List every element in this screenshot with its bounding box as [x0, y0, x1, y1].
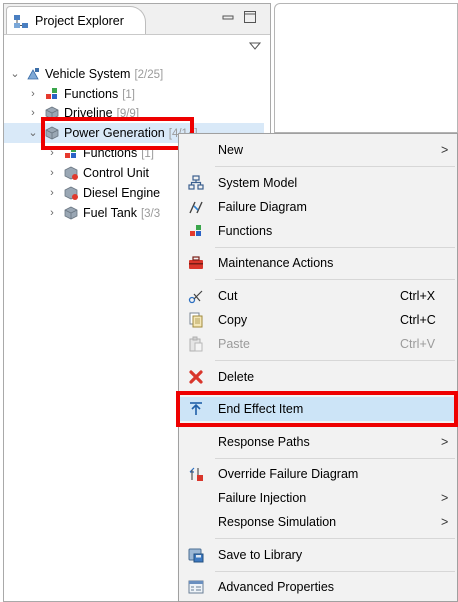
- highlight-end-effect-item: [176, 391, 458, 427]
- menu-item-cut[interactable]: Cut Ctrl+X: [179, 284, 457, 308]
- menu-item-label: Failure Diagram: [218, 200, 307, 214]
- highlight-power-generation: [41, 117, 194, 150]
- menu-separator: [215, 458, 455, 459]
- tree-item-label-text: Diesel Engine: [83, 186, 161, 200]
- menu-item-label: Save to Library: [218, 548, 303, 562]
- menu-item-response-paths[interactable]: Response Paths >: [179, 430, 457, 454]
- paste-icon: [189, 336, 203, 352]
- menu-item-functions[interactable]: Functions: [179, 219, 457, 243]
- vehicle-system-icon: [27, 68, 39, 80]
- menu-shortcut: Ctrl+C: [400, 313, 436, 327]
- menu-separator: [215, 247, 455, 248]
- menu-separator: [215, 279, 455, 280]
- chevron-right-icon[interactable]: ›: [47, 163, 57, 183]
- menu-item-label: Cut: [218, 289, 238, 303]
- view-menu-icon[interactable]: [249, 41, 261, 51]
- component-cube-icon: [64, 206, 78, 220]
- menu-item-response-simulation[interactable]: Response Simulation >: [179, 510, 457, 534]
- menu-item-system-model[interactable]: System Model: [179, 171, 457, 195]
- menu-item-label: Delete: [218, 370, 255, 384]
- menu-shortcut: Ctrl+V: [400, 337, 436, 351]
- submenu-arrow-icon: >: [441, 143, 449, 157]
- tree-item-count: [2/25]: [134, 69, 164, 81]
- menu-item-copy[interactable]: Copy Ctrl+C: [179, 308, 457, 332]
- menu-item-label: Response Simulation: [218, 515, 337, 529]
- menu-shortcut: Ctrl+X: [400, 289, 436, 303]
- menu-separator: [215, 538, 455, 539]
- menu-item-label: Paste: [218, 337, 250, 351]
- tree-item-label: Fuel Tank [3/3: [83, 203, 160, 224]
- menu-item-failure-diagram[interactable]: Failure Diagram: [179, 195, 457, 219]
- maximize-icon[interactable]: [244, 11, 256, 23]
- tree-item-label: Functions [1]: [64, 84, 135, 105]
- explorer-tab-bar: Project Explorer: [4, 4, 270, 35]
- submenu-arrow-icon: >: [441, 491, 449, 505]
- menu-item-advanced-properties[interactable]: Advanced Properties: [179, 575, 457, 599]
- scissors-icon: [188, 290, 203, 304]
- menu-item-new[interactable]: New >: [179, 138, 457, 162]
- override-icon: [189, 467, 203, 481]
- submenu-arrow-icon: >: [441, 515, 449, 529]
- menu-item-label: System Model: [218, 176, 298, 190]
- delete-icon: [189, 370, 203, 384]
- chevron-down-icon[interactable]: ⌄: [28, 123, 38, 143]
- menu-item-label: Functions: [218, 224, 273, 238]
- menu-separator: [215, 166, 455, 167]
- chevron-right-icon[interactable]: ›: [28, 103, 38, 123]
- tree-item-count: [3/3: [140, 208, 161, 220]
- tree-item-label-text: Vehicle System: [45, 67, 131, 81]
- menu-item-label: Advanced Properties: [218, 580, 335, 594]
- tree-item-label: Control Unit: [83, 163, 153, 184]
- tree-item-label: Vehicle System [2/25]: [45, 64, 163, 85]
- tree-item-functions[interactable]: › Functions [1]: [4, 84, 264, 104]
- tree-item-vehicle-system[interactable]: ⌄ Vehicle System [2/25]: [4, 64, 264, 84]
- chevron-right-icon[interactable]: ›: [47, 203, 57, 223]
- menu-item-save-to-library[interactable]: Save to Library: [179, 543, 457, 567]
- menu-item-delete[interactable]: Delete: [179, 365, 457, 389]
- menu-item-paste[interactable]: Paste Ctrl+V: [179, 332, 457, 356]
- menu-item-label: New: [218, 143, 244, 157]
- tree-item-label-text: Control Unit: [83, 166, 149, 180]
- project-explorer-icon: [14, 15, 28, 28]
- functions-icon: [190, 225, 201, 236]
- toolbox-icon: [189, 256, 203, 269]
- component-failure-icon: [64, 186, 78, 200]
- menu-separator: [215, 360, 455, 361]
- minimize-icon[interactable]: [222, 12, 234, 24]
- chevron-right-icon[interactable]: ›: [47, 183, 57, 203]
- explorer-title: Project Explorer: [35, 14, 124, 28]
- menu-item-maintenance-actions[interactable]: Maintenance Actions: [179, 251, 457, 275]
- context-menu: New > System Model Failure Diagram Funct…: [178, 133, 458, 602]
- menu-item-failure-injection[interactable]: Failure Injection >: [179, 486, 457, 510]
- tree-item-count: [1]: [122, 89, 135, 101]
- failure-diagram-icon: [189, 201, 203, 214]
- project-explorer-tab[interactable]: Project Explorer: [6, 6, 146, 34]
- menu-item-label: Override Failure Diagram: [218, 467, 359, 481]
- tree-item-label: Diesel Engine: [83, 183, 164, 204]
- menu-item-label: Failure Injection: [218, 491, 307, 505]
- editor-area: [274, 3, 458, 133]
- menu-separator: [215, 571, 455, 572]
- component-failure-icon: [64, 166, 78, 180]
- menu-item-label: Copy: [218, 313, 248, 327]
- menu-item-override-failure-diagram[interactable]: Override Failure Diagram: [179, 462, 457, 486]
- submenu-arrow-icon: >: [441, 435, 449, 449]
- functions-icon: [46, 88, 57, 99]
- tree-item-label-text: Fuel Tank: [83, 206, 137, 220]
- menu-item-label: Response Paths: [218, 435, 310, 449]
- chevron-right-icon[interactable]: ›: [28, 84, 38, 104]
- properties-icon: [188, 580, 204, 594]
- tree-item-label-text: Functions: [64, 87, 119, 101]
- chevron-down-icon[interactable]: ⌄: [10, 64, 20, 84]
- menu-item-label: Maintenance Actions: [218, 256, 334, 270]
- library-save-icon: [188, 548, 204, 563]
- system-model-icon: [188, 175, 204, 190]
- copy-icon: [189, 312, 203, 328]
